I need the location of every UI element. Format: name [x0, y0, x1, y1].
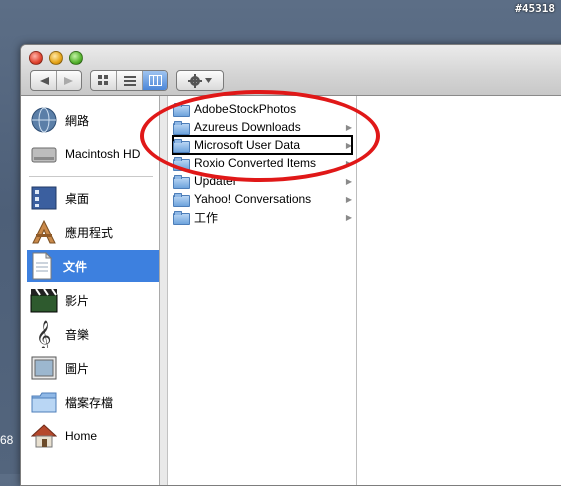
right-arrow-icon	[64, 76, 73, 85]
folder-label: AdobeStockPhotos	[194, 102, 297, 116]
movies-icon	[29, 285, 59, 315]
column-view-icon	[148, 75, 162, 86]
network-globe-icon	[29, 105, 59, 135]
list-view-button[interactable]	[117, 71, 143, 90]
folder-icon	[173, 175, 190, 189]
archive-folder-icon	[29, 387, 59, 417]
finder-window: 網路 Macintosh HD 桌面 應用程式 文件 影片 𝄞 音樂 圖片 檔案…	[20, 44, 561, 486]
action-menu-button[interactable]	[176, 70, 224, 91]
zoom-button[interactable]	[69, 51, 83, 65]
sidebar-item-desktop[interactable]: 桌面	[29, 182, 159, 214]
view-mode-control	[90, 70, 168, 91]
left-arrow-icon	[39, 76, 49, 85]
back-button[interactable]	[31, 71, 57, 90]
folder-label: Updater	[194, 174, 237, 188]
folder-label: Microsoft User Data	[194, 138, 301, 152]
documents-icon	[27, 251, 57, 281]
list-item-highlighted[interactable]: Microsoft User Data ▶	[172, 135, 353, 155]
sidebar-item-pictures[interactable]: 圖片	[29, 352, 159, 384]
column-view-button[interactable]	[143, 71, 167, 90]
folder-icon	[173, 157, 190, 171]
home-icon	[29, 421, 59, 451]
sidebar-item-label: 應用程式	[65, 225, 114, 240]
sidebar-item-documents[interactable]: 文件	[27, 250, 159, 282]
folder-column: AdobeStockPhotos Azureus Downloads ▶ Mic…	[167, 96, 357, 485]
disclosure-arrow-icon: ▶	[345, 194, 352, 204]
desktop-tag: #45318	[515, 2, 555, 15]
folder-icon	[173, 193, 190, 207]
sidebar-item-label: 影片	[65, 293, 90, 308]
list-item[interactable]: AdobeStockPhotos	[173, 100, 352, 118]
sidebar-item-label: Home	[65, 429, 98, 443]
sidebar-item-label: 桌面	[65, 191, 90, 206]
desktop-number: 68	[0, 433, 14, 447]
icon-view-icon	[98, 75, 108, 85]
folder-icon	[173, 121, 190, 135]
sidebar-item-label: 音樂	[65, 327, 90, 342]
hard-drive-icon	[29, 139, 59, 169]
close-button[interactable]	[29, 51, 43, 65]
list-view-icon	[123, 75, 136, 86]
sidebar-item-network[interactable]: 網路	[29, 104, 159, 136]
folder-icon	[173, 211, 190, 225]
sidebar-item-macintosh-hd[interactable]: Macintosh HD	[29, 138, 159, 170]
disclosure-arrow-icon: ▶	[345, 176, 352, 186]
empty-column	[361, 96, 561, 485]
icon-view-button[interactable]	[91, 71, 117, 90]
list-item[interactable]: Azureus Downloads ▶	[173, 118, 352, 136]
forward-button[interactable]	[57, 71, 81, 90]
toolbar	[21, 45, 561, 96]
sidebar-item-music[interactable]: 𝄞 音樂	[29, 318, 159, 350]
sidebar: 網路 Macintosh HD 桌面 應用程式 文件 影片 𝄞 音樂 圖片 檔案…	[21, 96, 160, 485]
folder-label: Azureus Downloads	[194, 120, 301, 134]
gear-icon	[188, 73, 202, 88]
pictures-icon	[29, 353, 59, 383]
sidebar-item-movies[interactable]: 影片	[29, 284, 159, 316]
disclosure-arrow-icon: ▶	[345, 212, 352, 222]
desktop-icon	[29, 183, 59, 213]
sidebar-divider	[29, 176, 153, 177]
sidebar-item-label: 網路	[65, 113, 90, 128]
sidebar-item-label: 檔案存檔	[65, 395, 114, 410]
folder-label: 工作	[194, 210, 219, 225]
list-item[interactable]: Updater ▶	[173, 172, 352, 190]
disclosure-arrow-icon: ▶	[345, 158, 352, 168]
list-item[interactable]: Yahoo! Conversations ▶	[173, 190, 352, 208]
svg-text:𝄞: 𝄞	[36, 320, 51, 348]
list-item[interactable]: 工作 ▶	[173, 208, 352, 226]
music-icon: 𝄞	[29, 319, 59, 349]
folder-label: Yahoo! Conversations	[194, 192, 312, 206]
folder-icon	[173, 103, 190, 117]
chevron-down-icon	[205, 78, 212, 83]
sidebar-item-home[interactable]: Home	[29, 420, 159, 452]
list-item[interactable]: Roxio Converted Items ▶	[173, 154, 352, 172]
disclosure-arrow-icon: ▶	[345, 140, 352, 150]
folder-icon	[173, 139, 190, 153]
sidebar-item-archive[interactable]: 檔案存檔	[29, 386, 159, 418]
minimize-button[interactable]	[49, 51, 63, 65]
disclosure-arrow-icon: ▶	[345, 122, 352, 132]
back-forward-control	[30, 70, 82, 91]
sidebar-item-label: 圖片	[65, 361, 90, 376]
applications-icon	[29, 217, 59, 247]
sidebar-item-applications[interactable]: 應用程式	[29, 216, 159, 248]
sidebar-item-label: Macintosh HD	[65, 147, 141, 161]
folder-label: Roxio Converted Items	[194, 156, 317, 170]
sidebar-item-label: 文件	[63, 259, 88, 274]
